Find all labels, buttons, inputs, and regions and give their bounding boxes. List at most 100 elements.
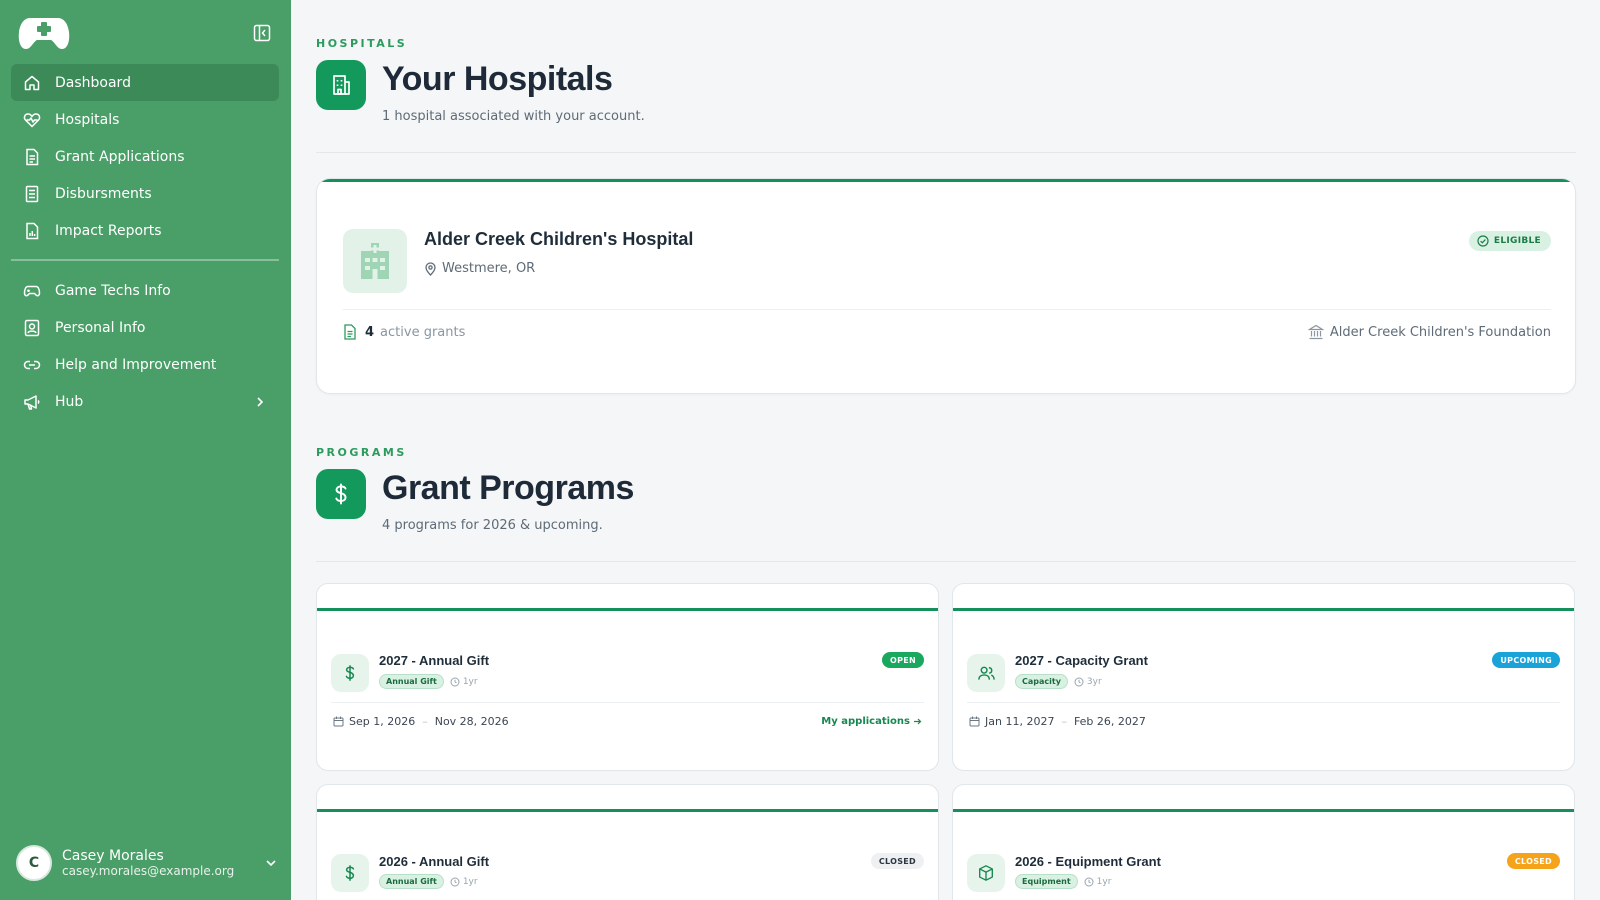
chevron-down-icon[interactable] (264, 856, 278, 870)
program-title[interactable]: 2027 - Annual Gift (379, 653, 489, 668)
hospital-card[interactable]: Alder Creek Children's Hospital Westmere… (316, 178, 1576, 394)
bank-icon (1307, 324, 1324, 340)
nav-item-grant-applications[interactable]: Grant Applications (11, 138, 279, 175)
section-divider (316, 561, 1576, 562)
nav-item-label: Dashboard (55, 74, 131, 91)
gamepad-logo-icon[interactable] (18, 16, 70, 50)
nav-item-label: Hospitals (55, 111, 120, 128)
program-card[interactable]: 2026 - Equipment Grant Equipment 1yr CLO… (952, 784, 1575, 900)
nav-item-dashboard[interactable]: Dashboard (11, 64, 279, 101)
program-tags: Annual Gift 1yr (379, 874, 478, 889)
foundation: Alder Creek Children's Foundation (1307, 324, 1551, 340)
program-title[interactable]: 2026 - Equipment Grant (1015, 854, 1161, 869)
nav-item-label: Hub (55, 393, 84, 410)
program-dates: Jan 11, 2027 – Feb 26, 2027 (969, 715, 1146, 728)
check-circle-icon (1477, 235, 1489, 247)
clock-icon (450, 677, 460, 686)
program-type-tag: Annual Gift (379, 674, 444, 689)
nav-item-hub[interactable]: Hub (11, 383, 279, 420)
dollar-icon (331, 654, 369, 692)
program-card[interactable]: 2027 - Annual Gift Annual Gift 1yr OPEN … (316, 583, 939, 771)
user-menu[interactable]: C Casey Morales casey.morales@example.or… (16, 844, 278, 882)
nav-item-label: Disbursments (55, 185, 152, 202)
program-card[interactable]: 2027 - Capacity Grant Capacity 3yr UPCOM… (952, 583, 1575, 771)
card-divider (343, 309, 1551, 310)
status-badge: OPEN (881, 652, 924, 668)
programs-subtitle: 4 programs for 2026 & upcoming. (382, 518, 603, 533)
program-type-tag: Annual Gift (379, 874, 444, 889)
link-icon (23, 360, 41, 369)
clock-icon (1084, 877, 1094, 886)
programs-eyebrow: PROGRAMS (316, 446, 407, 459)
program-card[interactable]: 2026 - Annual Gift Annual Gift 1yr CLOSE… (316, 784, 939, 900)
sidebar: Dashboard Hospitals Grant Applications D… (0, 0, 291, 900)
gamepad-icon (23, 285, 41, 296)
nav-item-label: Impact Reports (55, 222, 162, 239)
users-icon (967, 654, 1005, 692)
card-accent-bar (317, 809, 938, 812)
dollar-section-icon (316, 469, 366, 519)
report-icon (26, 222, 39, 239)
map-pin-icon (425, 261, 436, 276)
program-dates: Sep 1, 2026 – Nov 28, 2026 (333, 715, 509, 728)
hospital-location-text: Westmere, OR (442, 261, 536, 276)
program-type-tag: Equipment (1015, 874, 1078, 889)
nav-item-label: Help and Improvement (55, 356, 217, 373)
program-duration: 3yr (1074, 677, 1102, 687)
clock-icon (1074, 677, 1084, 686)
nav-item-help-and-improvement[interactable]: Help and Improvement (11, 346, 279, 383)
program-end-date: Nov 28, 2026 (434, 715, 509, 728)
home-icon (24, 75, 40, 90)
card-accent-bar (317, 179, 1575, 182)
hospital-building-icon (343, 229, 407, 293)
card-accent-bar (953, 809, 1574, 812)
nav-item-impact-reports[interactable]: Impact Reports (11, 212, 279, 249)
programs-title: Grant Programs (382, 469, 634, 507)
arrow-right-icon (914, 718, 922, 725)
avatar: C (16, 845, 52, 881)
status-badge: CLOSED (1506, 853, 1560, 869)
chevron-right-icon[interactable] (253, 395, 267, 409)
program-start-date: Sep 1, 2026 (349, 715, 416, 728)
nav-item-personal-info[interactable]: Personal Info (11, 309, 279, 346)
hospital-name[interactable]: Alder Creek Children's Hospital (424, 229, 693, 250)
active-grants-label: active grants (380, 324, 466, 340)
program-type-tag: Capacity (1015, 674, 1068, 689)
card-divider (331, 702, 924, 703)
program-duration-text: 3yr (1086, 676, 1102, 687)
nav-item-label: Game Techs Info (55, 282, 171, 299)
program-tags: Annual Gift 1yr (379, 674, 478, 689)
active-grants-count: 4 (365, 324, 375, 340)
nav-item-game-techs-info[interactable]: Game Techs Info (11, 272, 279, 309)
nav-item-hospitals[interactable]: Hospitals (11, 101, 279, 138)
main-content: HOSPITALS Your Hospitals 1 hospital asso… (291, 0, 1600, 900)
nav-item-label: Grant Applications (55, 148, 185, 165)
my-applications-link[interactable]: My applications (821, 716, 922, 727)
receipt-icon (25, 185, 39, 202)
program-duration-text: 1yr (462, 876, 478, 887)
program-duration: 1yr (450, 677, 478, 687)
collapse-sidebar-icon[interactable] (253, 24, 271, 42)
nav-item-disbursments[interactable]: Disbursments (11, 175, 279, 212)
hospital-location: Westmere, OR (424, 261, 535, 276)
user-info: Casey Morales casey.morales@example.org (62, 848, 264, 879)
program-duration: 1yr (1084, 877, 1111, 887)
nav-item-label: Personal Info (55, 319, 146, 336)
program-tags: Capacity 3yr (1015, 674, 1102, 689)
user-name: Casey Morales (62, 847, 164, 864)
hospital-section-icon (316, 60, 366, 110)
program-title[interactable]: 2026 - Annual Gift (379, 854, 489, 869)
active-grants: 4 active grants (343, 324, 465, 340)
program-title[interactable]: 2027 - Capacity Grant (1015, 653, 1148, 668)
program-duration: 1yr (450, 877, 478, 887)
program-tags: Equipment 1yr (1015, 874, 1111, 889)
date-separator: – (1061, 715, 1067, 728)
calendar-icon (333, 716, 344, 727)
user-email: casey.morales@example.org (62, 863, 235, 878)
clock-icon (450, 877, 460, 886)
heart-pulse-icon (23, 112, 41, 127)
document-icon (26, 148, 39, 165)
my-applications-label: My applications (821, 716, 910, 727)
program-start-date: Jan 11, 2027 (985, 715, 1055, 728)
card-accent-bar (317, 608, 938, 611)
